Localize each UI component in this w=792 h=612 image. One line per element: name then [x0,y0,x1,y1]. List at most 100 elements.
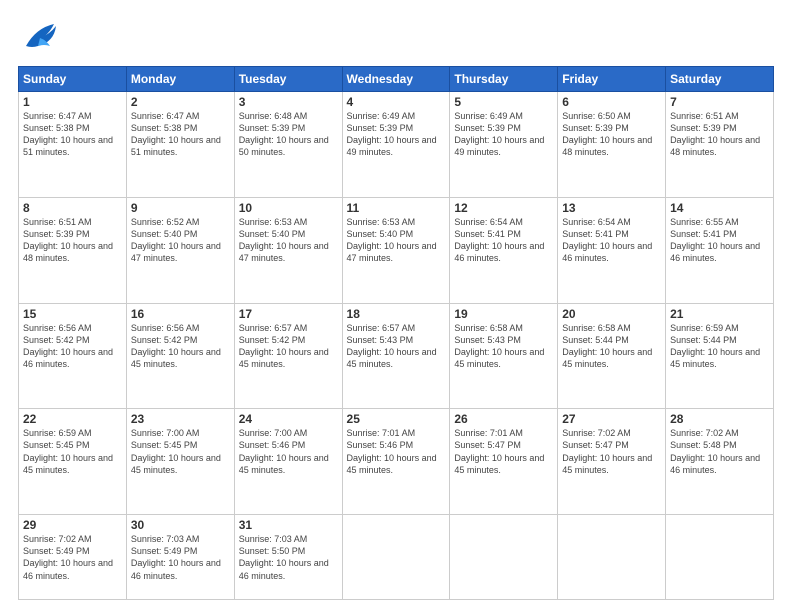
day-info: Sunrise: 6:56 AMSunset: 5:42 PMDaylight:… [23,322,122,371]
calendar-week-row: 29Sunrise: 7:02 AMSunset: 5:49 PMDayligh… [19,515,774,600]
col-friday: Friday [558,67,666,92]
day-number: 16 [131,307,230,321]
table-row: 3Sunrise: 6:48 AMSunset: 5:39 PMDaylight… [234,92,342,198]
day-info: Sunrise: 7:02 AMSunset: 5:48 PMDaylight:… [670,427,769,476]
day-number: 19 [454,307,553,321]
calendar: Sunday Monday Tuesday Wednesday Thursday… [18,66,774,600]
table-row: 30Sunrise: 7:03 AMSunset: 5:49 PMDayligh… [126,515,234,600]
table-row: 14Sunrise: 6:55 AMSunset: 5:41 PMDayligh… [666,197,774,303]
table-row: 20Sunrise: 6:58 AMSunset: 5:44 PMDayligh… [558,303,666,409]
table-row: 12Sunrise: 6:54 AMSunset: 5:41 PMDayligh… [450,197,558,303]
day-info: Sunrise: 6:47 AMSunset: 5:38 PMDaylight:… [23,110,122,159]
table-row: 31Sunrise: 7:03 AMSunset: 5:50 PMDayligh… [234,515,342,600]
day-info: Sunrise: 7:03 AMSunset: 5:49 PMDaylight:… [131,533,230,582]
col-wednesday: Wednesday [342,67,450,92]
day-info: Sunrise: 6:57 AMSunset: 5:43 PMDaylight:… [347,322,446,371]
day-number: 13 [562,201,661,215]
day-info: Sunrise: 6:57 AMSunset: 5:42 PMDaylight:… [239,322,338,371]
table-row [450,515,558,600]
table-row: 17Sunrise: 6:57 AMSunset: 5:42 PMDayligh… [234,303,342,409]
day-info: Sunrise: 6:54 AMSunset: 5:41 PMDaylight:… [562,216,661,265]
logo [18,18,66,58]
day-info: Sunrise: 7:00 AMSunset: 5:45 PMDaylight:… [131,427,230,476]
day-number: 5 [454,95,553,109]
table-row: 1Sunrise: 6:47 AMSunset: 5:38 PMDaylight… [19,92,127,198]
day-number: 15 [23,307,122,321]
day-info: Sunrise: 6:53 AMSunset: 5:40 PMDaylight:… [347,216,446,265]
day-number: 17 [239,307,338,321]
col-tuesday: Tuesday [234,67,342,92]
day-info: Sunrise: 6:59 AMSunset: 5:44 PMDaylight:… [670,322,769,371]
day-number: 12 [454,201,553,215]
day-info: Sunrise: 6:48 AMSunset: 5:39 PMDaylight:… [239,110,338,159]
col-sunday: Sunday [19,67,127,92]
calendar-week-row: 15Sunrise: 6:56 AMSunset: 5:42 PMDayligh… [19,303,774,409]
table-row: 29Sunrise: 7:02 AMSunset: 5:49 PMDayligh… [19,515,127,600]
header [18,18,774,58]
day-number: 8 [23,201,122,215]
table-row: 7Sunrise: 6:51 AMSunset: 5:39 PMDaylight… [666,92,774,198]
table-row: 25Sunrise: 7:01 AMSunset: 5:46 PMDayligh… [342,409,450,515]
table-row: 11Sunrise: 6:53 AMSunset: 5:40 PMDayligh… [342,197,450,303]
table-row: 6Sunrise: 6:50 AMSunset: 5:39 PMDaylight… [558,92,666,198]
day-info: Sunrise: 7:01 AMSunset: 5:46 PMDaylight:… [347,427,446,476]
day-info: Sunrise: 7:02 AMSunset: 5:47 PMDaylight:… [562,427,661,476]
day-info: Sunrise: 6:58 AMSunset: 5:44 PMDaylight:… [562,322,661,371]
table-row: 13Sunrise: 6:54 AMSunset: 5:41 PMDayligh… [558,197,666,303]
table-row: 18Sunrise: 6:57 AMSunset: 5:43 PMDayligh… [342,303,450,409]
day-info: Sunrise: 6:49 AMSunset: 5:39 PMDaylight:… [347,110,446,159]
day-info: Sunrise: 6:59 AMSunset: 5:45 PMDaylight:… [23,427,122,476]
table-row: 22Sunrise: 6:59 AMSunset: 5:45 PMDayligh… [19,409,127,515]
table-row: 23Sunrise: 7:00 AMSunset: 5:45 PMDayligh… [126,409,234,515]
day-number: 21 [670,307,769,321]
calendar-week-row: 8Sunrise: 6:51 AMSunset: 5:39 PMDaylight… [19,197,774,303]
table-row: 19Sunrise: 6:58 AMSunset: 5:43 PMDayligh… [450,303,558,409]
day-number: 22 [23,412,122,426]
table-row: 8Sunrise: 6:51 AMSunset: 5:39 PMDaylight… [19,197,127,303]
table-row: 27Sunrise: 7:02 AMSunset: 5:47 PMDayligh… [558,409,666,515]
day-info: Sunrise: 6:54 AMSunset: 5:41 PMDaylight:… [454,216,553,265]
day-info: Sunrise: 6:49 AMSunset: 5:39 PMDaylight:… [454,110,553,159]
table-row: 5Sunrise: 6:49 AMSunset: 5:39 PMDaylight… [450,92,558,198]
day-info: Sunrise: 6:51 AMSunset: 5:39 PMDaylight:… [670,110,769,159]
day-number: 1 [23,95,122,109]
day-number: 20 [562,307,661,321]
day-info: Sunrise: 7:02 AMSunset: 5:49 PMDaylight:… [23,533,122,582]
day-number: 30 [131,518,230,532]
day-number: 14 [670,201,769,215]
day-number: 6 [562,95,661,109]
calendar-week-row: 1Sunrise: 6:47 AMSunset: 5:38 PMDaylight… [19,92,774,198]
day-number: 9 [131,201,230,215]
day-number: 4 [347,95,446,109]
day-number: 11 [347,201,446,215]
table-row: 4Sunrise: 6:49 AMSunset: 5:39 PMDaylight… [342,92,450,198]
day-number: 25 [347,412,446,426]
logo-bird-icon [18,18,62,58]
day-info: Sunrise: 6:56 AMSunset: 5:42 PMDaylight:… [131,322,230,371]
day-number: 24 [239,412,338,426]
day-number: 2 [131,95,230,109]
table-row [558,515,666,600]
table-row: 16Sunrise: 6:56 AMSunset: 5:42 PMDayligh… [126,303,234,409]
day-number: 3 [239,95,338,109]
table-row: 10Sunrise: 6:53 AMSunset: 5:40 PMDayligh… [234,197,342,303]
day-info: Sunrise: 6:52 AMSunset: 5:40 PMDaylight:… [131,216,230,265]
day-number: 23 [131,412,230,426]
day-number: 7 [670,95,769,109]
table-row: 21Sunrise: 6:59 AMSunset: 5:44 PMDayligh… [666,303,774,409]
table-row: 24Sunrise: 7:00 AMSunset: 5:46 PMDayligh… [234,409,342,515]
table-row: 9Sunrise: 6:52 AMSunset: 5:40 PMDaylight… [126,197,234,303]
day-number: 31 [239,518,338,532]
page: Sunday Monday Tuesday Wednesday Thursday… [0,0,792,612]
day-number: 27 [562,412,661,426]
col-thursday: Thursday [450,67,558,92]
table-row: 2Sunrise: 6:47 AMSunset: 5:38 PMDaylight… [126,92,234,198]
day-info: Sunrise: 7:00 AMSunset: 5:46 PMDaylight:… [239,427,338,476]
calendar-header-row: Sunday Monday Tuesday Wednesday Thursday… [19,67,774,92]
day-number: 18 [347,307,446,321]
day-number: 10 [239,201,338,215]
day-info: Sunrise: 6:51 AMSunset: 5:39 PMDaylight:… [23,216,122,265]
table-row: 28Sunrise: 7:02 AMSunset: 5:48 PMDayligh… [666,409,774,515]
day-info: Sunrise: 7:01 AMSunset: 5:47 PMDaylight:… [454,427,553,476]
calendar-week-row: 22Sunrise: 6:59 AMSunset: 5:45 PMDayligh… [19,409,774,515]
